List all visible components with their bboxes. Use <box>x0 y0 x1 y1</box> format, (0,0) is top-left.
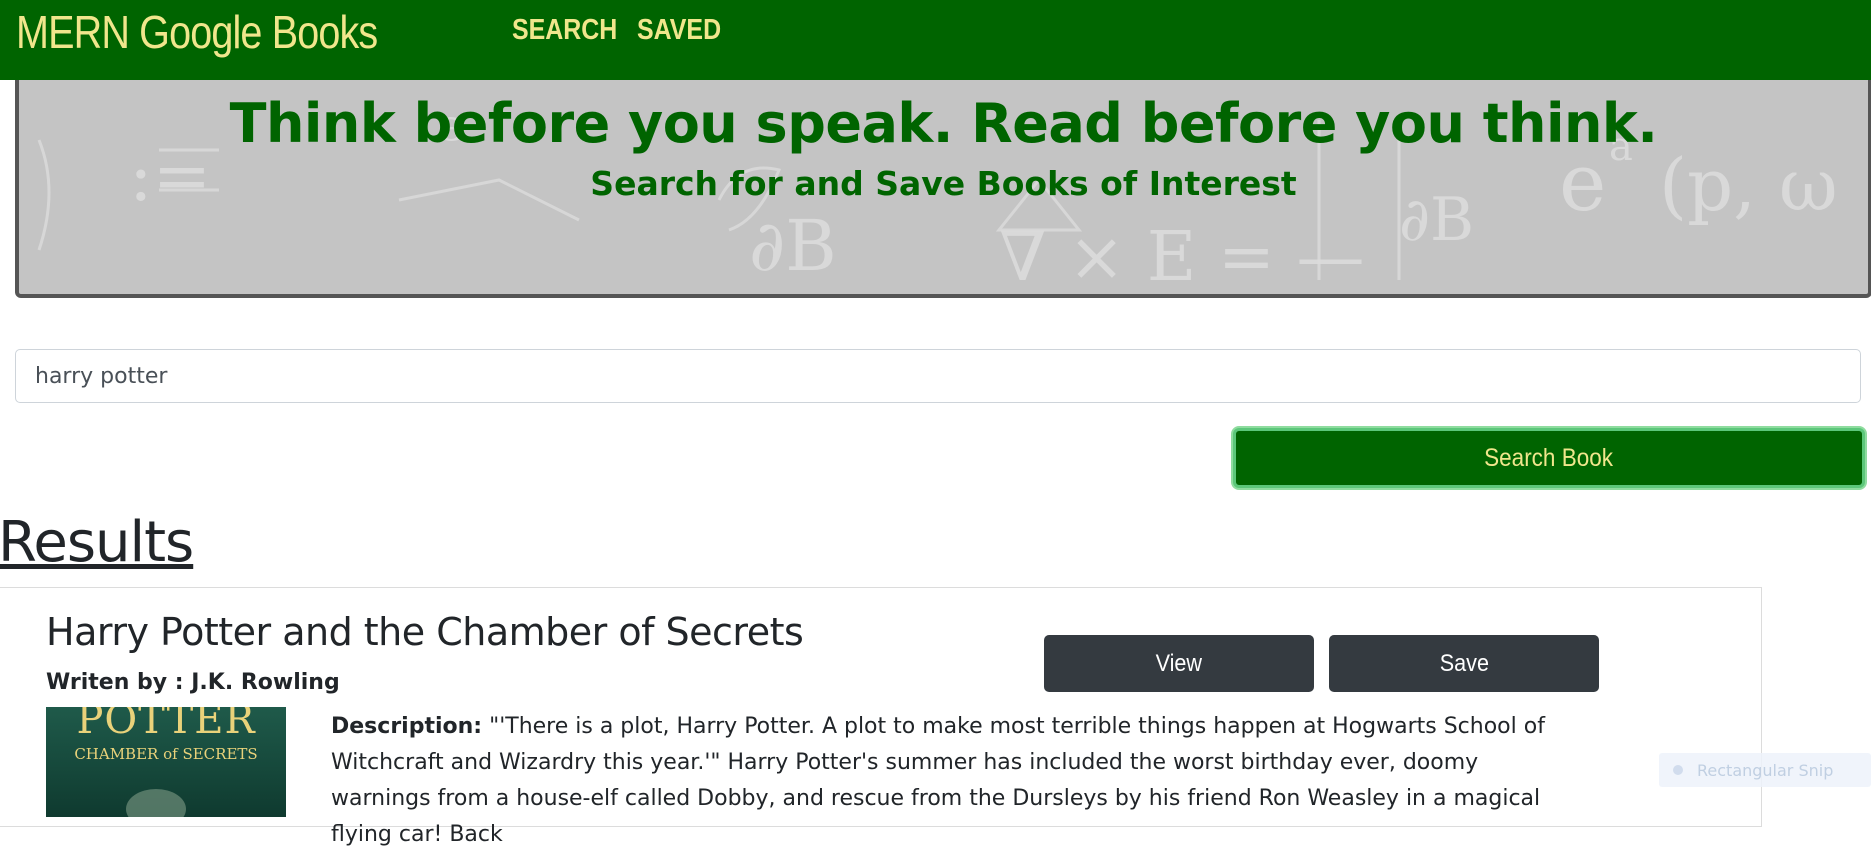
book-cover-image: POTTER CHAMBER of SECRETS <box>46 707 286 817</box>
book-author-prefix: Writen by : <box>46 670 192 695</box>
snip-icon <box>1673 765 1683 775</box>
book-author: Writen by : J.K. Rowling <box>46 668 340 698</box>
jumbotron: ∂B ∇ × E = — e a (p, ω ∂B := ε Think bef… <box>15 80 1871 298</box>
nav-link-saved[interactable]: SAVED <box>637 12 721 48</box>
save-button-label: Save <box>1439 649 1489 677</box>
book-description-text: "'There is a plot, Harry Potter. A plot … <box>331 714 1545 847</box>
jumbotron-subtitle: Search for and Save Books of Interest <box>590 164 1297 203</box>
nav-link-search[interactable]: SEARCH <box>512 12 617 48</box>
search-book-button[interactable]: Search Book <box>1233 428 1865 488</box>
book-title: Harry Potter and the Chamber of Secrets <box>46 610 804 654</box>
book-cover-title: POTTER <box>76 707 256 743</box>
save-button[interactable]: Save <box>1329 635 1599 692</box>
search-book-button-label: Search Book <box>1484 443 1614 472</box>
svg-text:∇ × E = —: ∇ × E = — <box>999 218 1365 294</box>
search-input[interactable] <box>15 349 1861 403</box>
navbar: MERN Google Books SEARCH SAVED <box>0 0 1871 80</box>
book-description: Description: "'There is a plot, Harry Po… <box>331 709 1561 853</box>
rectangular-snip-toast[interactable]: Rectangular Snip <box>1659 753 1871 787</box>
book-cover-illustration <box>126 789 186 817</box>
jumbotron-title: Think before you speak. Read before you … <box>229 92 1658 155</box>
svg-text:∂B: ∂B <box>749 205 837 287</box>
view-button[interactable]: View <box>1044 635 1314 692</box>
book-description-label: Description: <box>331 714 483 739</box>
book-author-name: J.K. Rowling <box>191 670 340 695</box>
results-heading: Results <box>0 510 194 575</box>
brand-logo[interactable]: MERN Google Books <box>16 4 378 60</box>
book-cover-subtitle: CHAMBER of SECRETS <box>74 745 258 763</box>
snip-label: Rectangular Snip <box>1697 760 1834 780</box>
view-button-label: View <box>1155 649 1203 677</box>
